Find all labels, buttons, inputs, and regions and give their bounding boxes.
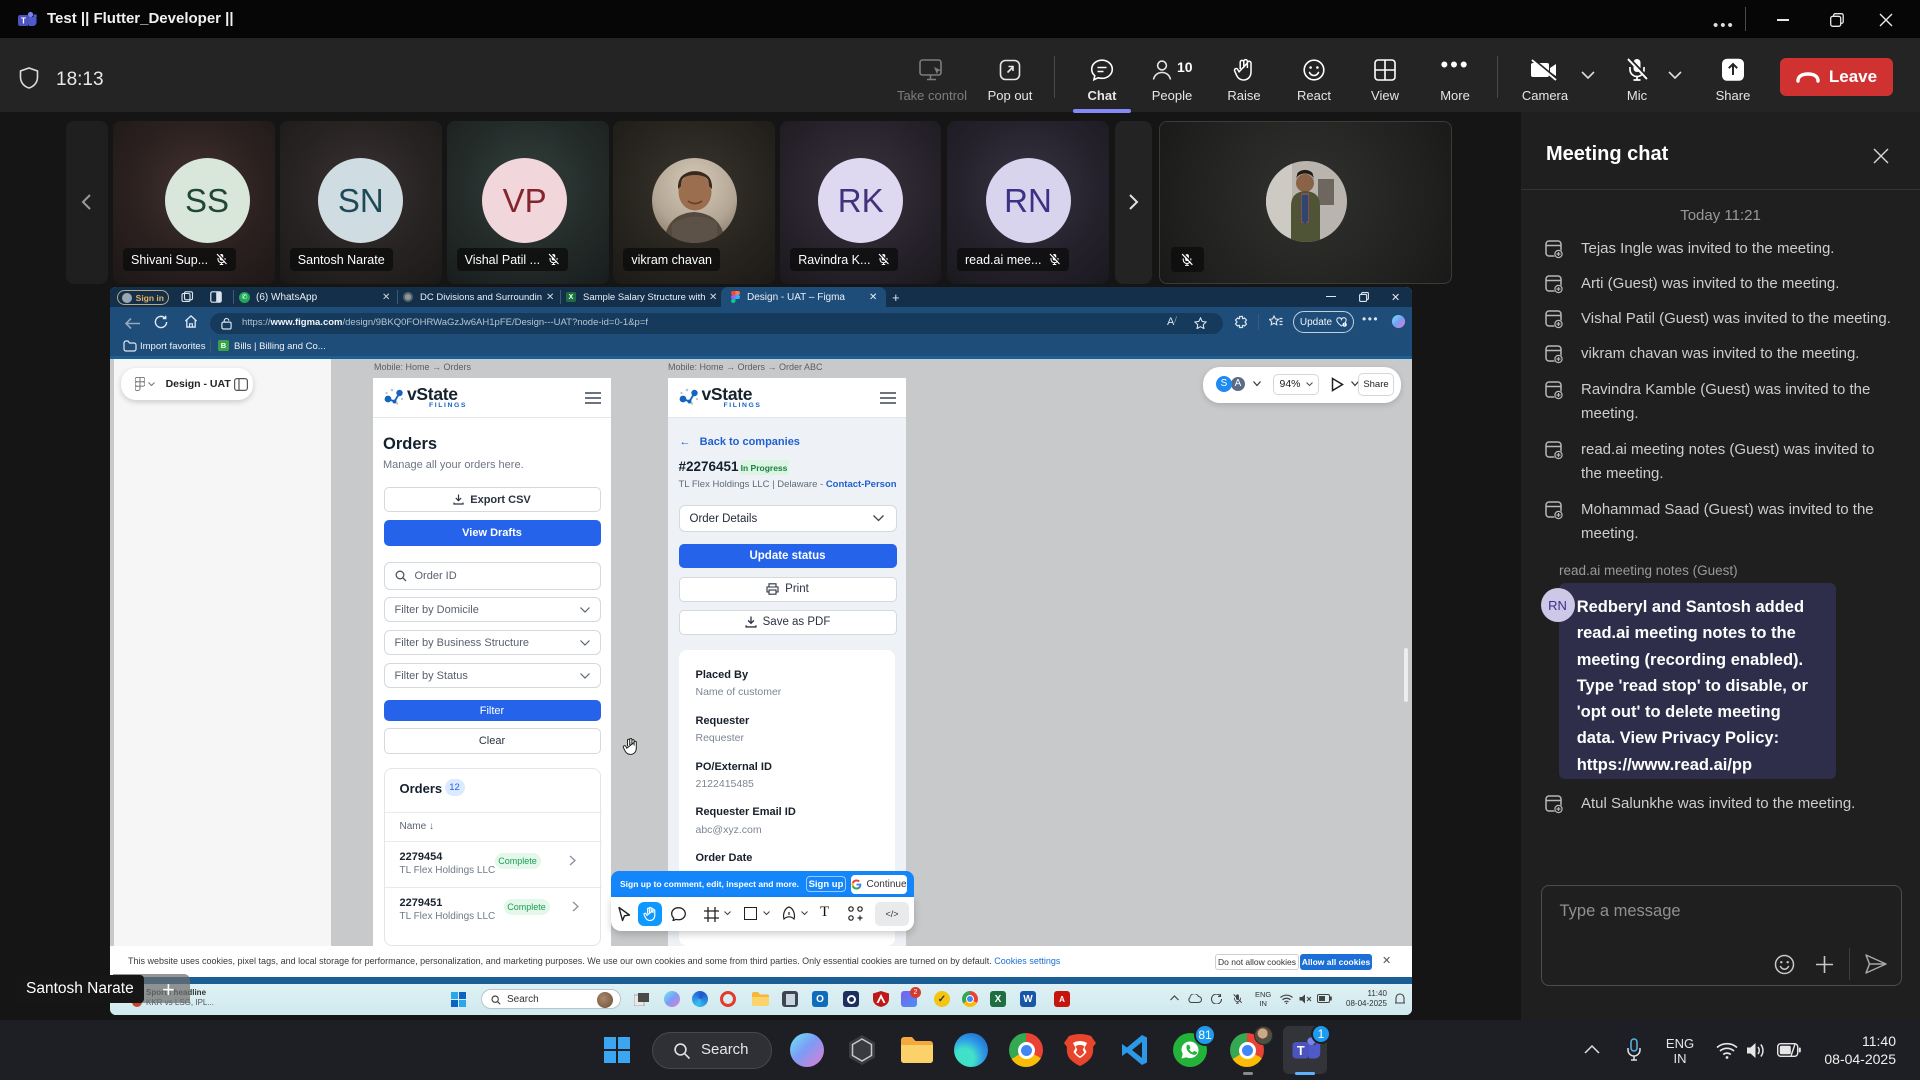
svg-text:!: ! [1344, 322, 1345, 327]
svg-text:T: T [21, 16, 27, 26]
svg-text:T: T [1297, 1043, 1305, 1058]
